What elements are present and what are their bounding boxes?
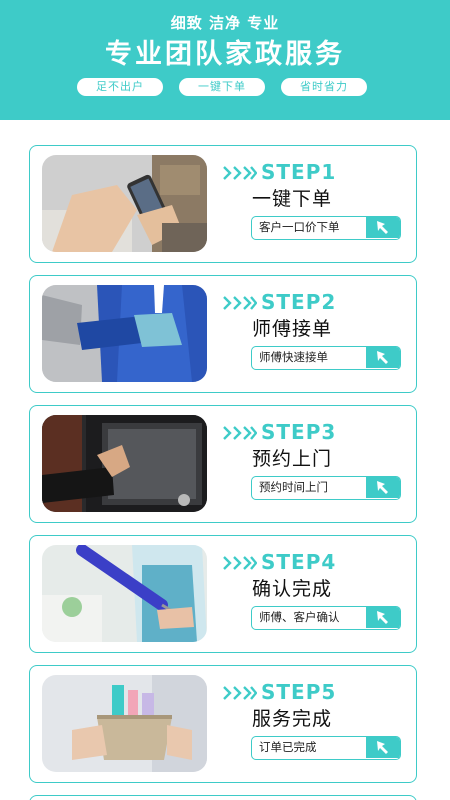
step-action-button[interactable]: 订单已完成 bbox=[251, 736, 401, 760]
step-action-button[interactable]: 客户一口价下单 bbox=[251, 216, 401, 240]
step-title: 师傅接单 bbox=[252, 318, 333, 340]
worker-apron-photo bbox=[42, 285, 207, 382]
step-action-label: 师傅、客户确认 bbox=[259, 610, 340, 624]
step-title: 一键下单 bbox=[252, 188, 333, 210]
feature-pill-3: 省时省力 bbox=[281, 78, 367, 96]
cursor-arrow-icon bbox=[366, 347, 400, 368]
triple-chevron-icon bbox=[223, 686, 257, 700]
feature-pills: 足不出户 一键下单 省时省力 bbox=[0, 78, 450, 96]
cursor-arrow-icon bbox=[366, 217, 400, 238]
phone-hands-photo bbox=[42, 155, 207, 252]
triple-chevron-icon bbox=[223, 556, 257, 570]
step-card-3[interactable]: STEP3 预约上门 预约时间上门 bbox=[29, 405, 417, 523]
cursor-arrow-icon bbox=[366, 477, 400, 498]
triple-chevron-icon bbox=[223, 166, 257, 180]
cleaning-basket-photo bbox=[42, 675, 207, 772]
step-action-label: 订单已完成 bbox=[259, 740, 317, 754]
step-action-button[interactable]: 预约时间上门 bbox=[251, 476, 401, 500]
door-knock-photo bbox=[42, 415, 207, 512]
step-title: 服务完成 bbox=[252, 708, 333, 730]
step-action-button[interactable]: 师傅快速接单 bbox=[251, 346, 401, 370]
feature-pill-1: 足不出户 bbox=[77, 78, 163, 96]
duster-cleaner-photo bbox=[42, 545, 207, 642]
step-number: STEP5 bbox=[261, 680, 337, 704]
step-title: 预约上门 bbox=[252, 448, 333, 470]
step-action-button[interactable]: 师傅、客户确认 bbox=[251, 606, 401, 630]
step-card-2[interactable]: STEP2 师傅接单 师傅快速接单 bbox=[29, 275, 417, 393]
step-card-1[interactable]: STEP1 一键下单 客户一口价下单 bbox=[29, 145, 417, 263]
step-action-label: 客户一口价下单 bbox=[259, 220, 340, 234]
step-action-label: 预约时间上门 bbox=[259, 480, 328, 494]
step-number: STEP3 bbox=[261, 420, 337, 444]
step-card-5[interactable]: STEP5 服务完成 订单已完成 bbox=[29, 665, 417, 783]
step-action-label: 师傅快速接单 bbox=[259, 350, 328, 364]
step-number: STEP1 bbox=[261, 160, 337, 184]
triple-chevron-icon bbox=[223, 296, 257, 310]
step-number: STEP4 bbox=[261, 550, 337, 574]
triple-chevron-icon bbox=[223, 426, 257, 440]
step-card-4[interactable]: STEP4 确认完成 师傅、客户确认 bbox=[29, 535, 417, 653]
cursor-arrow-icon bbox=[366, 737, 400, 758]
step-card-partial bbox=[29, 795, 417, 800]
step-title: 确认完成 bbox=[252, 578, 333, 600]
step-number: STEP2 bbox=[261, 290, 337, 314]
header-tagline: 细致 洁净 专业 bbox=[170, 14, 280, 32]
header-banner: 细致 洁净 专业 专业团队家政服务 足不出户 一键下单 省时省力 bbox=[0, 0, 450, 120]
page-title: 专业团队家政服务 bbox=[105, 39, 345, 70]
cursor-arrow-icon bbox=[366, 607, 400, 628]
feature-pill-2: 一键下单 bbox=[179, 78, 265, 96]
